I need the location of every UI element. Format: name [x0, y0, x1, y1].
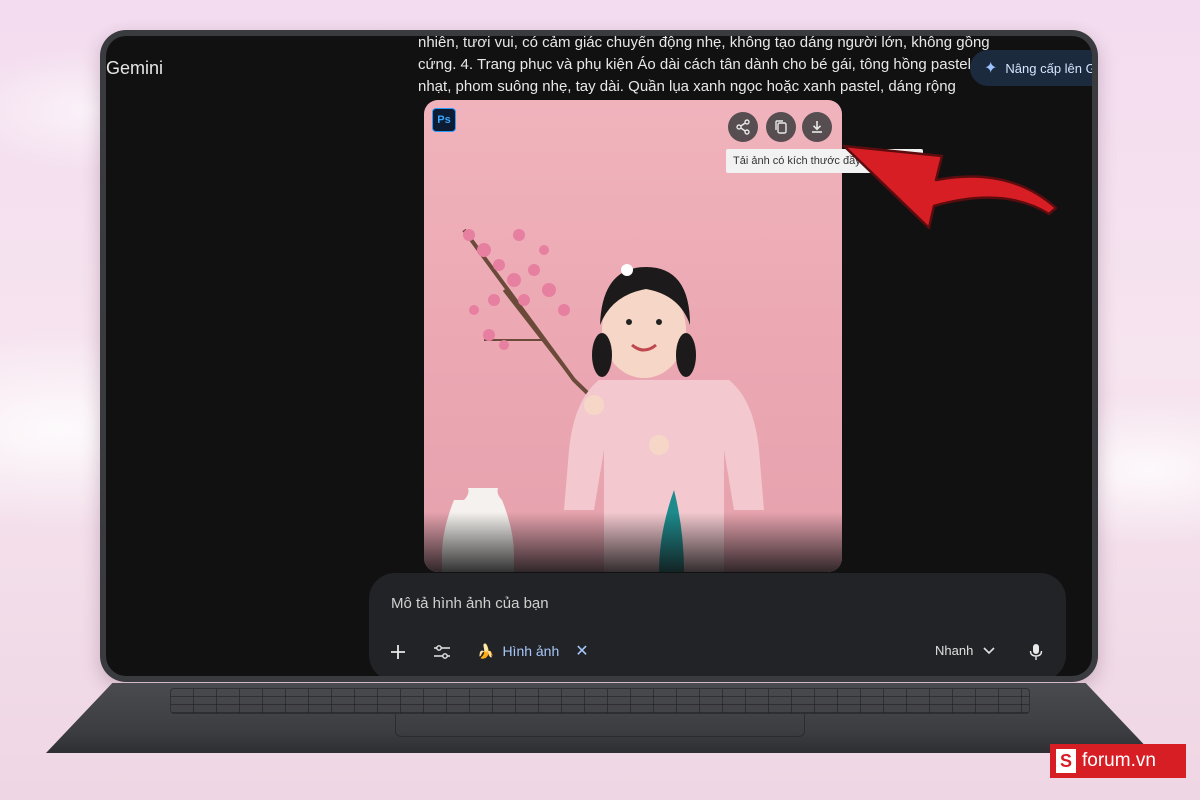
- banana-icon: 🍌: [477, 642, 495, 659]
- share-button[interactable]: [728, 112, 758, 142]
- image-tool-chip[interactable]: 🍌 Hình ảnh ✕: [477, 641, 589, 661]
- microphone-button[interactable]: [1025, 641, 1047, 663]
- microphone-icon: [1029, 644, 1043, 660]
- app-title: Gemini: [106, 58, 164, 78]
- sforum-logo: S: [1056, 749, 1076, 773]
- sliders-icon: [434, 645, 450, 659]
- response-line: nhạt, phom suông nhẹ, tay dài. Quần lụa …: [418, 78, 956, 95]
- chevron-down-icon: [983, 646, 995, 654]
- watermark-text: forum.vn: [1082, 750, 1156, 771]
- red-arrow-icon: [842, 144, 1058, 230]
- download-icon: [812, 121, 822, 133]
- sparkle-icon: ✦: [984, 60, 998, 77]
- plus-icon: [391, 645, 405, 659]
- laptop-trackpad: [395, 714, 805, 737]
- download-button[interactable]: [802, 112, 832, 142]
- close-icon[interactable]: ✕: [575, 641, 588, 661]
- copy-icon: [775, 120, 787, 134]
- laptop-keyboard: [170, 688, 1030, 714]
- response-line: cứng. 4. Trang phục và phụ kiện Áo dài c…: [418, 56, 971, 73]
- app-screen: Gemini nhiên, tươi vui, có cảm giác chuy…: [106, 36, 1092, 676]
- share-icon: [736, 119, 750, 135]
- upgrade-label: Nâng cấp lên Google AI Pro: [1005, 60, 1092, 76]
- copy-button[interactable]: [766, 112, 796, 142]
- upgrade-button[interactable]: ✦ Nâng cấp lên Google AI Pro: [970, 50, 1092, 86]
- prompt-box[interactable]: Mô tả hình ảnh của bạn 🍌 Hình ảnh ✕ Nhan…: [369, 573, 1066, 676]
- response-text: nhiên, tươi vui, có cảm giác chuyển động…: [418, 36, 1018, 98]
- tools-button[interactable]: [431, 641, 453, 663]
- image-fade: [424, 512, 842, 572]
- photoshop-badge: Ps: [432, 108, 456, 132]
- add-button[interactable]: [387, 641, 409, 663]
- image-chip-label: Hình ảnh: [502, 643, 560, 659]
- mode-selector[interactable]: Nhanh: [935, 643, 995, 658]
- sforum-watermark: S forum.vn: [1050, 744, 1186, 778]
- mode-label: Nhanh: [935, 643, 974, 658]
- response-line: nhiên, tươi vui, có cảm giác chuyển động…: [418, 36, 990, 51]
- prompt-input[interactable]: Mô tả hình ảnh của bạn: [391, 595, 549, 612]
